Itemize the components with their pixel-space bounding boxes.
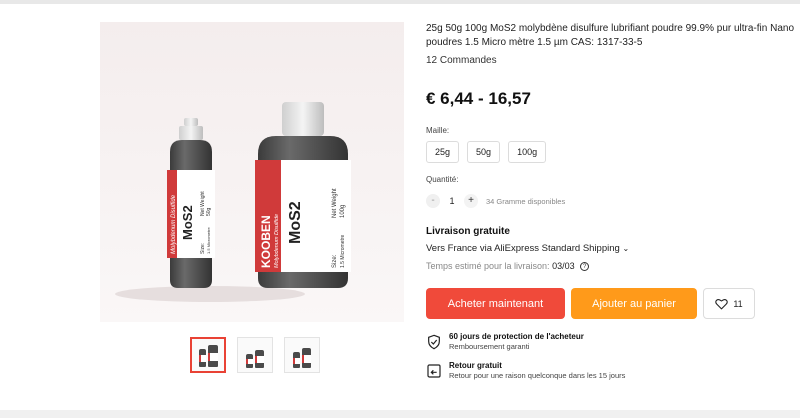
heart-icon xyxy=(715,298,729,309)
bottom-bar xyxy=(0,410,800,418)
variant-options: 25g 50g 100g xyxy=(426,141,547,163)
small-bottle-subtitle: Molybdenum Disulfide xyxy=(171,194,177,254)
stock-available: 34 Gramme disponibles xyxy=(486,196,566,206)
free-return-subtitle: Retour pour une raison quelconque dans l… xyxy=(449,371,626,380)
thumbnail-bottle-small xyxy=(246,354,253,368)
top-bar xyxy=(0,0,800,4)
wishlist-count: 11 xyxy=(733,298,743,309)
return-icon xyxy=(427,364,441,378)
shipping-title: Livraison gratuite xyxy=(426,226,510,237)
thumbnail-1[interactable] xyxy=(190,337,226,373)
buy-now-button[interactable]: Acheter maintenant xyxy=(426,288,565,319)
shipping-destination[interactable]: Vers France via AliExpress Standard Ship… xyxy=(426,243,629,254)
small-bottle-weight: 50g xyxy=(206,207,212,216)
chevron-down-icon: ⌄ xyxy=(622,244,630,253)
large-bottle-weight: 100g xyxy=(340,205,346,218)
thumbnail-strip xyxy=(190,337,320,373)
large-bottle-size: 1.5 Micrometre xyxy=(340,234,346,268)
large-bottle-size-label: Size: xyxy=(332,254,338,268)
help-icon[interactable]: ? xyxy=(580,262,590,272)
add-to-cart-button[interactable]: Ajouter au panier xyxy=(571,288,697,319)
large-bottle-net-weight: Net Weight xyxy=(332,188,338,218)
free-return-title: Retour gratuit xyxy=(449,361,502,370)
thumbnail-bottle-small xyxy=(293,352,300,368)
thumbnail-bottle-large xyxy=(207,345,218,367)
shield-check-icon xyxy=(428,334,440,350)
delivery-estimate-date: 03/03 xyxy=(552,261,575,271)
quantity-plus-button[interactable]: + xyxy=(464,194,478,208)
price-range: € 6,44 - 16,57 xyxy=(426,89,531,108)
quantity-stepper: - 1 + 34 Gramme disponibles xyxy=(426,194,565,208)
wishlist-button[interactable]: 11 xyxy=(703,288,755,319)
variant-option-25g[interactable]: 25g xyxy=(426,141,460,163)
delivery-estimate-label: Temps estimé pour la livraison: xyxy=(426,261,550,271)
product-title: 25g 50g 100g MoS2 molybdène disulfure lu… xyxy=(426,23,795,48)
buyer-protection-subtitle: Remboursement garanti xyxy=(449,342,530,351)
thumbnail-2[interactable] xyxy=(237,337,273,373)
product-info: 25g 50g 100g MoS2 molybdène disulfure lu… xyxy=(426,22,796,380)
free-return: Retour gratuit Retour pour une raison qu… xyxy=(426,361,625,381)
thumbnail-bottle-large xyxy=(255,350,264,368)
delivery-estimate: Temps estimé pour la livraison: 03/03 ? xyxy=(426,261,590,272)
large-bottle-brand: KOOBEN xyxy=(259,215,273,268)
buyer-protection: 60 jours de protection de l'acheteur Rem… xyxy=(426,332,584,352)
quantity-label: Quantité: xyxy=(426,175,459,184)
small-bottle-product-name: MoS2 xyxy=(180,205,195,240)
variant-option-100g[interactable]: 100g xyxy=(508,141,547,163)
variant-option-50g[interactable]: 50g xyxy=(467,141,501,163)
quantity-minus-button[interactable]: - xyxy=(426,194,440,208)
buyer-protection-title: 60 jours de protection de l'acheteur xyxy=(449,332,584,341)
quantity-value[interactable]: 1 xyxy=(440,196,464,206)
small-bottle: Molybdenum Disulfide MoS2 Net Weight 50g… xyxy=(167,118,215,288)
thumbnail-3[interactable] xyxy=(284,337,320,373)
variant-label: Maille: xyxy=(426,126,450,135)
thumbnail-bottle-large xyxy=(302,348,311,368)
order-count: 12 Commandes xyxy=(426,55,497,66)
product-main-image[interactable]: Molybdenum Disulfide MoS2 Net Weight 50g… xyxy=(100,22,404,322)
thumbnail-bottle-small xyxy=(198,349,206,367)
large-bottle-subtitle: Molybdenum Disulfide xyxy=(274,214,280,268)
product-photo: Molybdenum Disulfide MoS2 Net Weight 50g… xyxy=(100,22,404,322)
shipping-destination-text: Vers France via AliExpress Standard Ship… xyxy=(426,243,620,254)
small-bottle-size: 1.5 Micrometre xyxy=(206,227,211,254)
large-bottle-product-name: MoS2 xyxy=(287,201,304,244)
